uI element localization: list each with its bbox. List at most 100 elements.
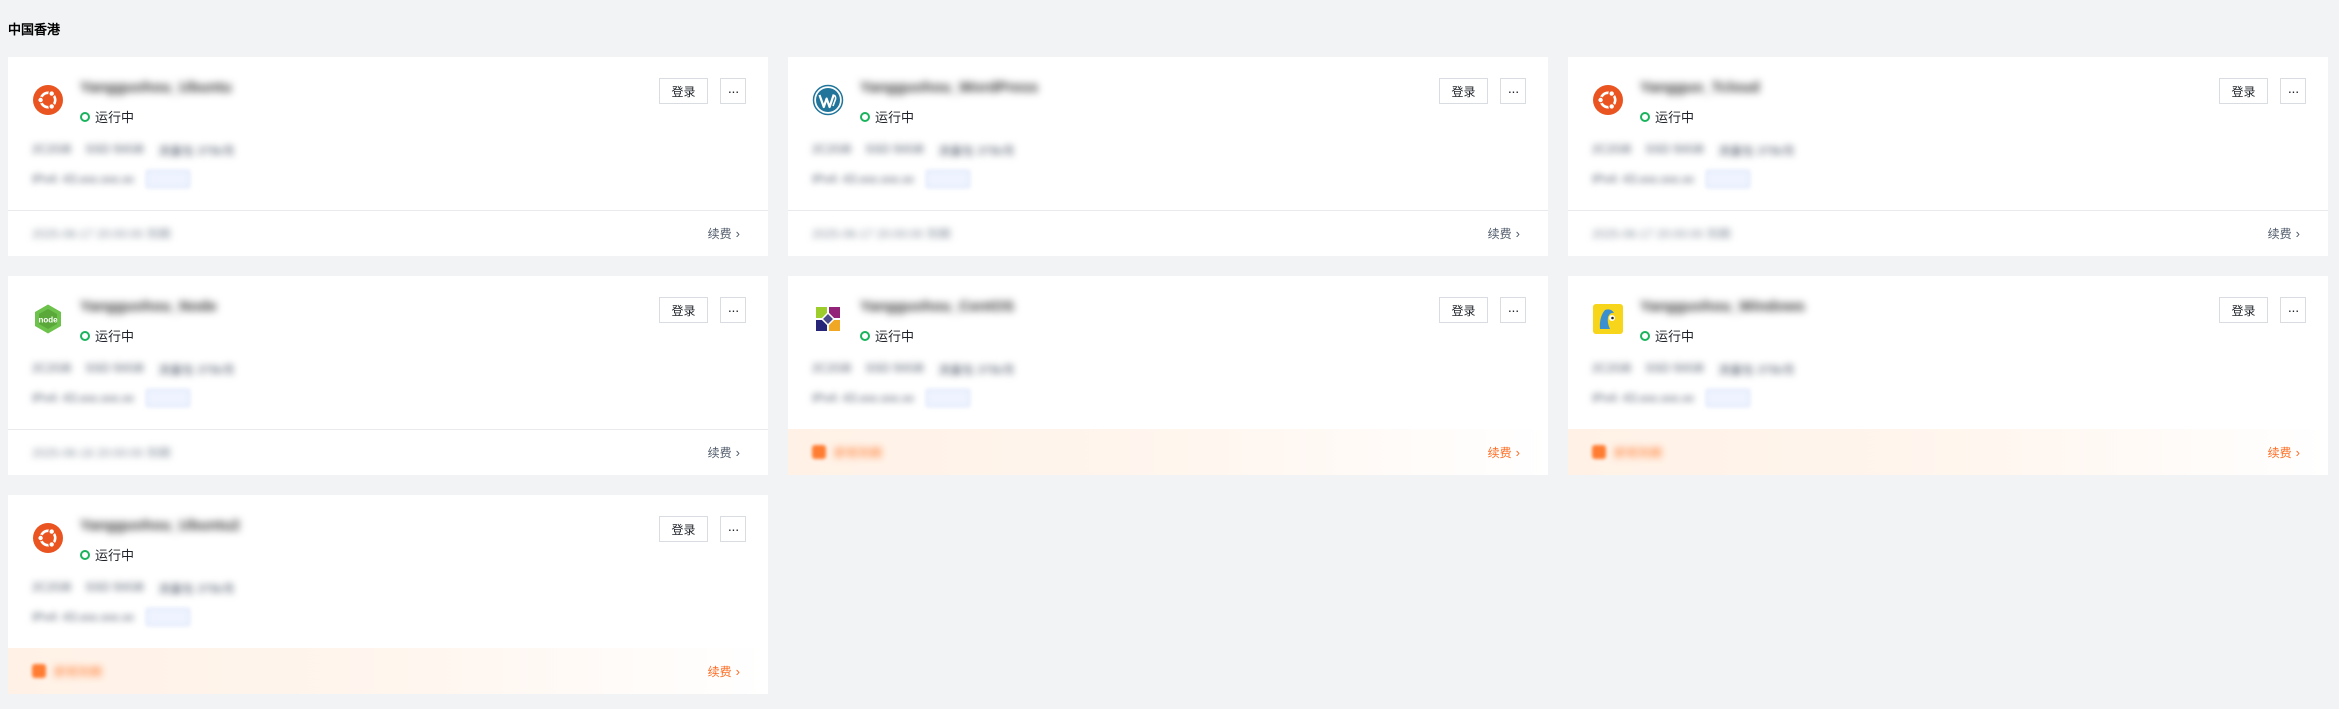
status-text: 运行中 [1655,329,1695,344]
instance-name[interactable]: Yangguohou_Ubuntu2 [80,517,240,534]
instance-grid: Yangguohou_Ubuntu 运行中 2C2GB SSD 50GB 流量包… [8,57,2328,694]
renew-label: 续费 [2267,445,2292,460]
ip-address: IPv4: 43.xxx.xxx.xx [1592,391,1695,405]
chevron-right-icon: › [1515,444,1520,460]
spec-disk: SSD 50GB [865,361,925,375]
card-body: Yangguo_Tcloud 运行中 2C2GB SSD 50GB 流量包 3T… [1568,57,2328,210]
instance-spec: 2C2GB SSD 50GB 流量包 3TB/月 [32,361,235,378]
login-button[interactable]: 登录 [1439,297,1488,323]
instance-name[interactable]: Yangguohou_WordPress [860,79,1038,96]
ip-address: IPv4: 43.xxx.xxx.xx [32,391,135,405]
chevron-right-icon: › [735,226,740,241]
warning-text: 即将到期 [1614,445,1663,460]
status-badge: 运行中 [80,107,134,126]
instance-card: Yangguohou_Ubuntu 运行中 2C2GB SSD 50GB 流量包… [8,57,768,256]
login-button[interactable]: 登录 [659,297,708,323]
expiry-warning: 即将到期 [1592,444,1662,461]
card-footer: 2025-06-17 20:00:00 到期 续费 › [8,210,768,256]
instance-name[interactable]: Yangguohou_CentOS [860,298,1014,315]
svg-text:node: node [38,316,58,325]
spec-disk: SSD 50GB [85,361,145,375]
instance-name[interactable]: Yangguohou_Ubuntu [80,79,232,96]
spec-cpu: 2C2GB [1592,142,1632,156]
more-options-button[interactable]: ··· [720,297,746,323]
card-footer: 2025-06-17 20:00:00 到期 续费 › [788,210,1548,256]
instance-name[interactable]: Yangguo_Tcloud [1640,79,1760,96]
card-footer-warning: 即将到期 续费 › [788,429,1548,475]
renew-label: 续费 [1487,445,1512,460]
ip-address-row: IPv4: 43.xxx.xxx.xx [32,389,191,407]
renew-link[interactable]: 续费 › [1488,444,1520,461]
warning-text: 即将到期 [54,664,103,679]
spec-traffic: 流量包 3TB/月 [938,144,1015,158]
ip-address: IPv4: 43.xxx.xxx.xx [32,610,135,624]
warning-icon [32,664,46,678]
spec-cpu: 2C2GB [32,361,72,375]
warning-icon [1592,445,1606,459]
spec-cpu: 2C2GB [32,142,72,156]
renew-link[interactable]: 续费 › [708,444,740,461]
ip-address-row: IPv4: 43.xxx.xxx.xx [812,389,971,407]
ip-address-row: IPv4: 43.xxx.xxx.xx [1592,389,1751,407]
spec-traffic: 流量包 3TB/月 [158,363,235,377]
card-body: node Yangguohou_Node 运行中 2C2GB SSD 50GB … [8,276,768,429]
status-text: 运行中 [1655,110,1695,125]
more-options-button[interactable]: ··· [720,78,746,104]
status-text: 运行中 [95,329,135,344]
region-title: 中国香港 [8,22,61,37]
ip-address-row: IPv4: 43.xxx.xxx.xx [812,170,971,188]
instance-card: Yangguohou_WordPress 运行中 2C2GB SSD 50GB … [788,57,1548,256]
status-running-icon [860,330,870,341]
renew-link[interactable]: 续费 › [708,663,740,680]
ubuntu-icon [32,522,64,554]
login-button[interactable]: 登录 [659,516,708,542]
more-options-button[interactable]: ··· [1500,78,1526,104]
instance-name[interactable]: Yangguohou_Node [80,298,217,315]
status-badge: 运行中 [860,107,914,126]
instance-name[interactable]: Yangguohou_Windows [1640,298,1805,315]
more-options-button[interactable]: ··· [2280,297,2306,323]
ubuntu-icon [1592,84,1624,116]
centos-icon [812,303,844,335]
spec-cpu: 2C2GB [812,361,852,375]
login-button[interactable]: 登录 [659,78,708,104]
card-body: Yangguohou_Windows 运行中 2C2GB SSD 50GB 流量… [1568,276,2328,429]
spec-traffic: 流量包 3TB/月 [938,363,1015,377]
status-running-icon [1640,111,1650,122]
status-text: 运行中 [875,329,915,344]
login-button[interactable]: 登录 [2219,297,2268,323]
renew-label: 续费 [1487,227,1512,241]
ip-tag [1706,170,1751,188]
chevron-right-icon: › [735,445,740,460]
instance-spec: 2C2GB SSD 50GB 流量包 3TB/月 [32,580,235,597]
renew-label: 续费 [707,227,732,241]
warning-icon [812,445,826,459]
more-options-button[interactable]: ··· [720,516,746,542]
renew-link[interactable]: 续费 › [2268,225,2300,242]
wordpress-icon [812,84,844,116]
ip-address: IPv4: 43.xxx.xxx.xx [812,172,915,186]
renew-link[interactable]: 续费 › [708,225,740,242]
card-body: Yangguohou_WordPress 运行中 2C2GB SSD 50GB … [788,57,1548,210]
renew-link[interactable]: 续费 › [2268,444,2300,461]
instance-spec: 2C2GB SSD 50GB 流量包 3TB/月 [1592,142,1795,159]
ubuntu-icon [32,84,64,116]
status-badge: 运行中 [80,326,134,345]
instance-card: Yangguohou_CentOS 运行中 2C2GB SSD 50GB 流量包… [788,276,1548,475]
renew-label: 续费 [2267,227,2292,241]
status-badge: 运行中 [1640,107,1694,126]
status-running-icon [1640,330,1650,341]
status-text: 运行中 [875,110,915,125]
expiry-date: 2025-06-17 20:00:00 到期 [32,227,171,241]
renew-link[interactable]: 续费 › [1488,225,1520,242]
ip-tag [146,170,191,188]
instance-spec: 2C2GB SSD 50GB 流量包 3TB/月 [812,361,1015,378]
more-options-button[interactable]: ··· [2280,78,2306,104]
login-button[interactable]: 登录 [1439,78,1488,104]
ip-tag [146,608,191,626]
more-options-button[interactable]: ··· [1500,297,1526,323]
login-button[interactable]: 登录 [2219,78,2268,104]
ip-tag [1706,389,1751,407]
spec-traffic: 流量包 3TB/月 [158,144,235,158]
instance-card: Yangguohou_Ubuntu2 运行中 2C2GB SSD 50GB 流量… [8,495,768,694]
